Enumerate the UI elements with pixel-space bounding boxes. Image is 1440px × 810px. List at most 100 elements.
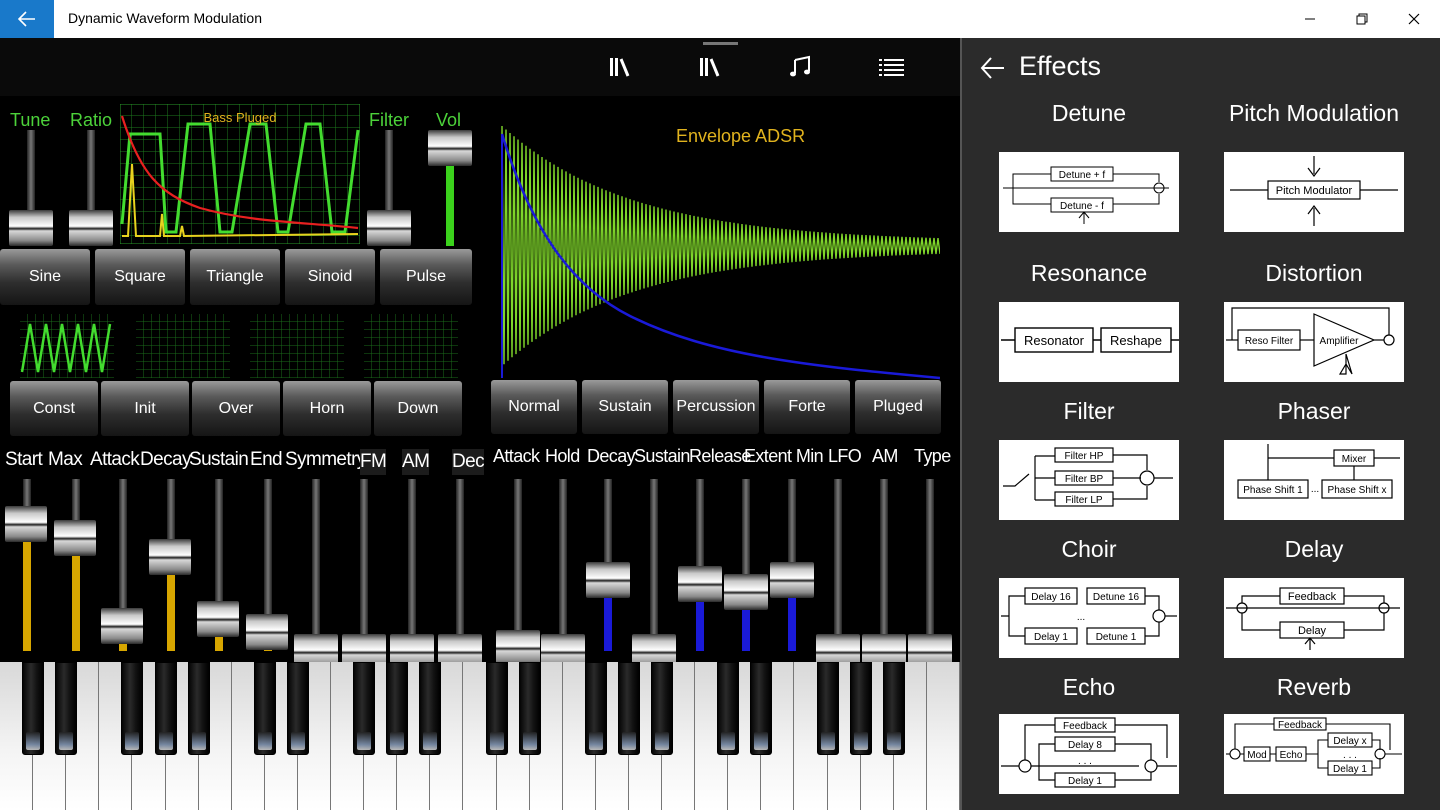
list-icon[interactable] — [876, 52, 908, 82]
preset-normal-button[interactable]: Normal — [491, 380, 577, 434]
fx-resonance-card[interactable]: Resonator Reshape — [999, 302, 1179, 382]
filter-slider-knob[interactable] — [367, 210, 411, 246]
effects-title: Effects — [1019, 51, 1102, 81]
slider-knob[interactable] — [101, 608, 143, 644]
slider-knob[interactable] — [678, 566, 722, 602]
piano-black-key[interactable] — [253, 662, 276, 755]
mode-horn-button[interactable]: Horn — [283, 381, 371, 436]
slider-track[interactable] — [926, 479, 934, 651]
slider-knob[interactable] — [197, 601, 239, 637]
am-label: AM — [402, 449, 430, 475]
mode-const-button[interactable]: Const — [10, 381, 98, 436]
slider-track[interactable] — [834, 479, 842, 651]
close-button[interactable] — [1388, 0, 1440, 38]
piano-black-key[interactable] — [518, 662, 541, 755]
fx-pitch-mod-card[interactable]: Pitch Modulator — [1224, 152, 1404, 232]
minimize-button[interactable] — [1284, 0, 1336, 38]
slider-track[interactable] — [312, 479, 320, 651]
slider-knob[interactable] — [149, 539, 191, 575]
symmetry-label: Symmetry — [285, 449, 366, 470]
piano-black-key[interactable] — [651, 662, 674, 755]
piano-black-key[interactable] — [154, 662, 177, 755]
mode-over-button[interactable]: Over — [192, 381, 280, 436]
env-hold-label: Hold — [545, 446, 580, 466]
fx-choir-title: Choir — [1061, 536, 1117, 562]
fx-reverb-block-5: Delay 1 — [1333, 764, 1367, 775]
waveform-sine-button[interactable]: Sine — [0, 249, 90, 305]
music-note-icon[interactable] — [786, 52, 818, 82]
fx-reverb-block-1: Feedback — [1278, 720, 1323, 731]
piano-black-key[interactable] — [750, 662, 773, 755]
slider-knob[interactable] — [496, 630, 540, 666]
mode-down-button[interactable]: Down — [374, 381, 462, 436]
fx-echo-block-2: Delay 8 — [1068, 740, 1102, 751]
piano-black-key[interactable] — [816, 662, 839, 755]
piano-black-key[interactable] — [485, 662, 508, 755]
piano-black-key[interactable] — [55, 662, 78, 755]
library-alt-icon[interactable] — [696, 52, 728, 82]
minimize-icon — [1305, 18, 1315, 20]
slider-knob[interactable] — [724, 574, 768, 610]
tune-slider-knob[interactable] — [9, 210, 53, 246]
slider-track[interactable] — [880, 479, 888, 651]
fm-label: FM — [360, 449, 387, 475]
fx-detune-block-2: Detune - f — [1060, 201, 1104, 212]
preset-forte-button[interactable]: Forte — [764, 380, 850, 434]
fx-choir-card[interactable]: Delay 16 Detune 16 Delay 1 Detune 1 ... — [999, 578, 1179, 658]
slider-knob[interactable] — [586, 562, 630, 598]
slider-track[interactable] — [456, 479, 464, 651]
fx-filter-card[interactable]: Filter HP Filter BP Filter LP — [999, 440, 1179, 520]
library-icon[interactable] — [606, 52, 638, 82]
preset-pluged-button[interactable]: Pluged — [855, 380, 941, 434]
slider-knob[interactable] — [246, 614, 288, 650]
envelope-scope: Envelope ADSR — [490, 116, 941, 384]
sustain-label: Sustain — [189, 449, 249, 470]
restore-button[interactable] — [1336, 0, 1388, 38]
slider-track[interactable] — [650, 479, 658, 651]
mode-init-button[interactable]: Init — [101, 381, 189, 436]
piano-black-key[interactable] — [121, 662, 144, 755]
piano-black-key[interactable] — [849, 662, 872, 755]
piano-white-key[interactable] — [926, 662, 960, 810]
slider-track[interactable] — [559, 479, 567, 651]
piano-black-key[interactable] — [882, 662, 905, 755]
ratio-slider-knob[interactable] — [69, 210, 113, 246]
preset-sustain-button[interactable]: Sustain — [582, 380, 668, 434]
fx-choir-block-1: Delay 16 — [1031, 592, 1071, 603]
slider-knob[interactable] — [5, 506, 47, 542]
fx-delay-block-1: Feedback — [1288, 591, 1337, 603]
piano-black-key[interactable] — [617, 662, 640, 755]
piano-black-key[interactable] — [353, 662, 376, 755]
fx-echo-card[interactable]: Feedback Delay 8 . . . Delay 1 — [999, 714, 1179, 794]
waveform-pulse-button[interactable]: Pulse — [380, 249, 472, 305]
back-button[interactable] — [0, 0, 54, 38]
fx-delay-card[interactable]: Feedback Delay — [1224, 578, 1404, 658]
piano-black-key[interactable] — [386, 662, 409, 755]
waveform-square-button[interactable]: Square — [95, 249, 185, 305]
mini-scope-2 — [136, 314, 230, 378]
effects-back-icon[interactable] — [980, 56, 1006, 80]
piano-black-key[interactable] — [22, 662, 45, 755]
drag-handle[interactable] — [703, 42, 738, 45]
slider-knob[interactable] — [770, 562, 814, 598]
slider-track[interactable] — [360, 479, 368, 651]
waveform-triangle-button[interactable]: Triangle — [190, 249, 280, 305]
preset-percussion-button[interactable]: Percussion — [673, 380, 759, 434]
slider-knob[interactable] — [54, 520, 96, 556]
slider-track[interactable] — [514, 479, 522, 651]
fx-phaser-card[interactable]: Phase Shift 1 ... Phase Shift x Mixer — [1224, 440, 1404, 520]
fx-reverb-card[interactable]: Feedback Mod Echo Delay x . . . Delay 1 — [1224, 714, 1404, 794]
fx-resonance-block-2: Reshape — [1110, 333, 1162, 348]
piano-black-key[interactable] — [286, 662, 309, 755]
piano-black-key[interactable] — [419, 662, 442, 755]
piano-black-key[interactable] — [717, 662, 740, 755]
fx-echo-title: Echo — [1062, 674, 1116, 700]
piano-black-key[interactable] — [187, 662, 210, 755]
waveform-sinoid-button[interactable]: Sinoid — [285, 249, 375, 305]
vol-slider-knob[interactable] — [428, 130, 472, 166]
dec-label: Dec — [452, 449, 485, 475]
fx-detune-card[interactable]: Detune + f Detune - f — [999, 152, 1179, 232]
fx-distortion-card[interactable]: Reso Filter Amplifier — [1224, 302, 1404, 382]
slider-track[interactable] — [408, 479, 416, 651]
piano-black-key[interactable] — [584, 662, 607, 755]
